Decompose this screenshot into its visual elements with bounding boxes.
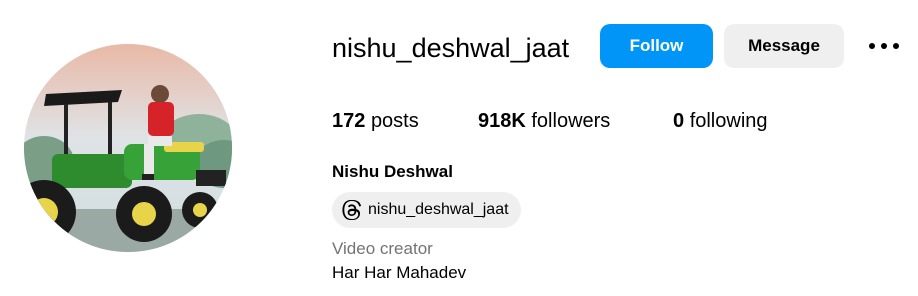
avatar[interactable] (24, 44, 232, 252)
followers-count: 918K (478, 110, 526, 132)
following-stat[interactable]: 0 following (673, 108, 768, 134)
threads-handle: nishu_deshwal_jaat (368, 201, 509, 218)
posts-stat: 172 posts (332, 108, 419, 134)
threads-badge[interactable]: nishu_deshwal_jaat (332, 192, 521, 228)
following-count: 0 (673, 110, 685, 132)
posts-count: 172 (332, 110, 366, 132)
followers-stat[interactable]: 918K followers (478, 108, 610, 134)
message-button[interactable]: Message (724, 24, 844, 68)
more-horizontal-icon[interactable] (866, 34, 902, 58)
profile-category: Video creator (332, 239, 433, 258)
followers-label: followers (531, 110, 611, 132)
follow-button[interactable]: Follow (600, 24, 713, 68)
threads-icon (342, 200, 362, 220)
full-name: Nishu Deshwal (332, 162, 453, 181)
following-label: following (689, 110, 768, 132)
username: nishu_deshwal_jaat (332, 33, 570, 63)
posts-label: posts (370, 110, 419, 132)
profile-bio: Har Har Mahadev (332, 263, 467, 282)
